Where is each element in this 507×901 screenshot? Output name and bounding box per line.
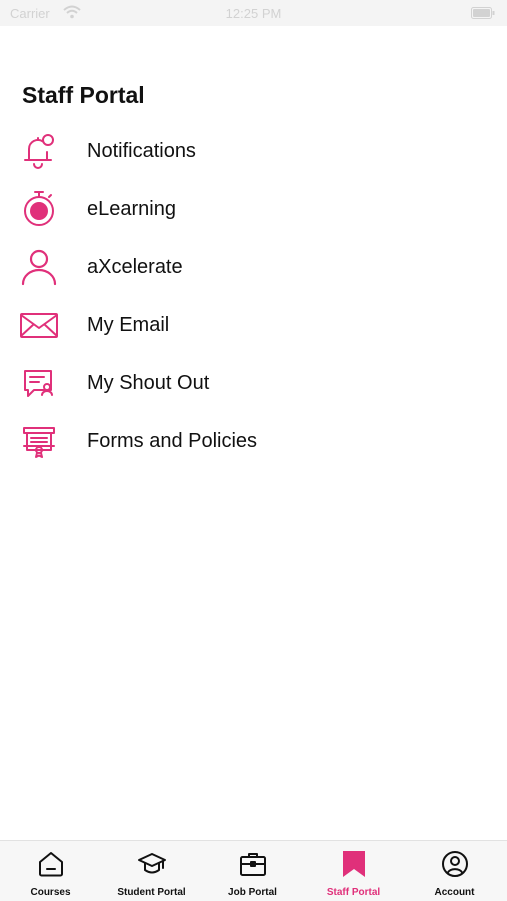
battery-icon bbox=[471, 7, 495, 19]
menu-item-notifications[interactable]: Notifications bbox=[0, 122, 507, 180]
tab-courses[interactable]: Courses bbox=[0, 841, 101, 901]
menu-label: Notifications bbox=[87, 140, 196, 162]
tab-account[interactable]: Account bbox=[404, 841, 505, 901]
tab-staff-portal[interactable]: Staff Portal bbox=[303, 841, 404, 901]
menu-label: aXcelerate bbox=[87, 256, 183, 278]
briefcase-icon bbox=[240, 853, 266, 876]
menu-label: Forms and Policies bbox=[87, 430, 258, 452]
user-icon bbox=[21, 249, 57, 286]
status-bar: Carrier 12:25 PM bbox=[0, 0, 507, 26]
status-time: 12:25 PM bbox=[225, 6, 282, 21]
menu-label: My Email bbox=[87, 314, 170, 336]
chat-certificate-icon bbox=[24, 370, 53, 397]
menu-item-my-email[interactable]: My Email bbox=[0, 296, 507, 354]
bookmark-icon bbox=[343, 851, 365, 877]
tab-label: Staff Portal bbox=[326, 887, 381, 898]
menu-label: My Shout Out bbox=[87, 372, 210, 394]
menu-label: eLearning bbox=[87, 198, 176, 220]
bell-icon bbox=[24, 134, 54, 169]
home-icon bbox=[39, 852, 63, 877]
tab-label: Courses bbox=[30, 887, 71, 898]
tab-bar: Courses Student Portal Job Portal Staff … bbox=[0, 840, 507, 901]
menu-item-axcelerate[interactable]: aXcelerate bbox=[0, 238, 507, 296]
tab-job-portal[interactable]: Job Portal bbox=[202, 841, 303, 901]
menu-item-elearning[interactable]: eLearning bbox=[0, 180, 507, 238]
mail-icon bbox=[20, 313, 58, 338]
tab-label: Account bbox=[434, 887, 475, 898]
stopwatch-icon bbox=[24, 191, 54, 226]
forms-icon bbox=[23, 427, 55, 458]
tab-label: Student Portal bbox=[117, 887, 186, 898]
account-icon bbox=[442, 851, 468, 877]
page-title: Staff Portal bbox=[22, 82, 145, 108]
tab-label: Job Portal bbox=[228, 887, 277, 898]
tab-student-portal[interactable]: Student Portal bbox=[101, 841, 202, 901]
menu-item-my-shout-out[interactable]: My Shout Out bbox=[0, 354, 507, 412]
menu-item-forms-and-policies[interactable]: Forms and Policies bbox=[0, 412, 507, 470]
graduation-cap-icon bbox=[138, 853, 166, 874]
